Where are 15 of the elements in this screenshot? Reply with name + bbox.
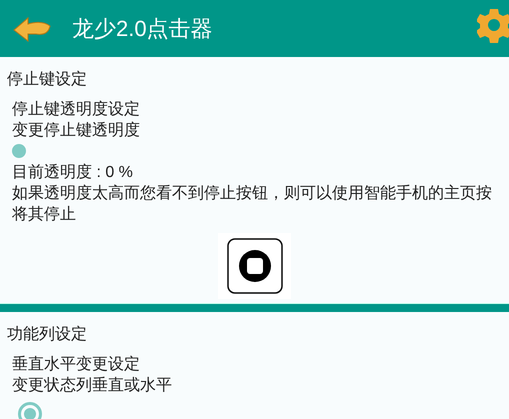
slider-thumb[interactable] — [12, 144, 26, 158]
stop-button-preview[interactable] — [218, 233, 291, 299]
notice-line: 如果透明度太高而您看不到停止按钮，则可以使用智能手机的主页按 — [12, 184, 492, 204]
app-title: 龙少2.0点击器 — [72, 18, 213, 40]
notice-line: 将其停止 — [12, 204, 76, 225]
current-opacity: 目前透明度 : 0 % — [12, 162, 133, 183]
section-heading: 停止键设定 — [7, 70, 88, 90]
stop-icon — [226, 238, 282, 294]
setting-title: 垂直水平变更设定 — [12, 354, 140, 375]
setting-description: 变更停止键透明度 — [12, 120, 140, 141]
setting-description: 变更状态列垂直或水平 — [12, 376, 172, 396]
setting-title: 停止键透明度设定 — [12, 100, 140, 120]
radio-button[interactable] — [18, 402, 42, 419]
section-heading: 功能列设定 — [7, 324, 88, 345]
settings-icon[interactable] — [477, 7, 509, 43]
